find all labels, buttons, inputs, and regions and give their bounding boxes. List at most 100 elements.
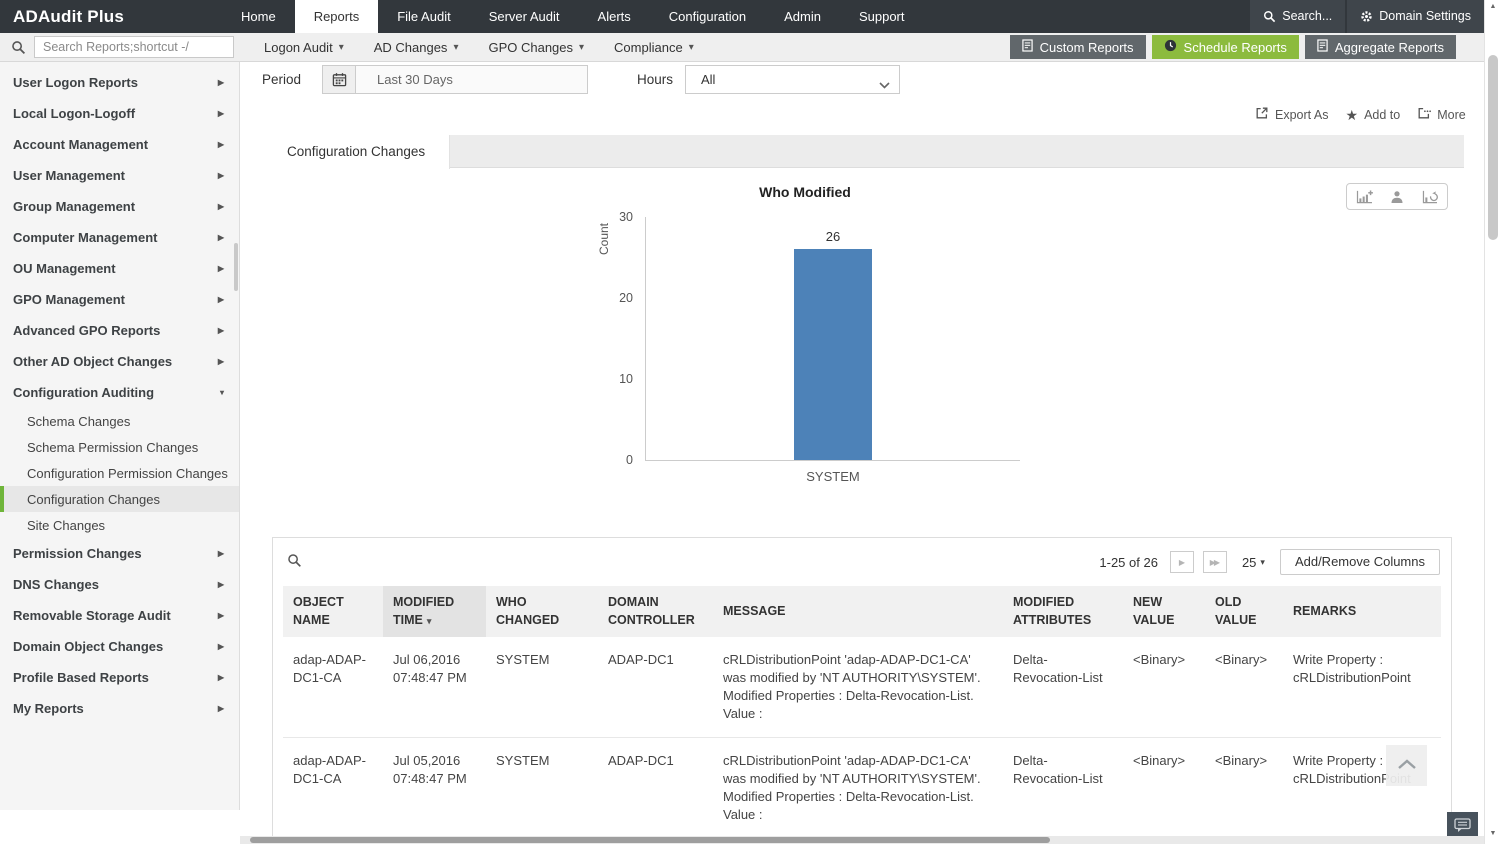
hours-select[interactable]: All (685, 65, 900, 94)
scrollbar-down-arrow[interactable]: ▼ (1485, 830, 1500, 837)
cell-modified-attributes: Delta-Revocation-List (1003, 737, 1123, 839)
more-button[interactable]: More (1417, 106, 1466, 123)
report-doc-icon (1317, 39, 1328, 55)
nav-configuration[interactable]: Configuration (650, 0, 765, 33)
sidebar-scrollbar-thumb[interactable] (234, 243, 238, 291)
chart-toolbar (1346, 183, 1448, 210)
sidebar-item-local-logon-logoff[interactable]: Local Logon-Logoff ▶ (0, 98, 239, 129)
reports-toolbar: Logon Audit▾ AD Changes▾ GPO Changes▾ Co… (0, 33, 1484, 62)
menu-gpo-changes[interactable]: GPO Changes ▾ (488, 40, 584, 55)
top-navigation-bar: ADAudit Plus Home Reports File Audit Ser… (0, 0, 1484, 33)
sidebar-subitem-configuration-permission-changes[interactable]: Configuration Permission Changes (0, 460, 239, 486)
sidebar-item-gpo-management[interactable]: GPO Management ▶ (0, 284, 239, 315)
export-as-button[interactable]: Export As (1255, 106, 1329, 123)
nav-reports[interactable]: Reports (294, 0, 379, 33)
search-icon (1263, 10, 1276, 23)
horizontal-scrollbar-thumb[interactable] (250, 837, 1050, 843)
col-object-name[interactable]: OBJECT NAME (283, 586, 383, 637)
col-who-changed[interactable]: WHO CHANGED (486, 586, 598, 637)
sidebar-item-ou-management[interactable]: OU Management ▶ (0, 253, 239, 284)
tab-configuration-changes[interactable]: Configuration Changes (259, 135, 450, 169)
sidebar-item-account-management[interactable]: Account Management ▶ (0, 129, 239, 160)
calendar-icon[interactable] (323, 66, 356, 93)
sidebar-subitem-site-changes[interactable]: Site Changes (0, 512, 239, 538)
col-remarks[interactable]: REMARKS (1283, 586, 1441, 637)
nav-home[interactable]: Home (222, 0, 295, 33)
sidebar-item-computer-management[interactable]: Computer Management ▶ (0, 222, 239, 253)
pagination-cluster: 1-25 of 26 ▶ ▶▶ 25 ▾ Add/Remove Columns (1099, 549, 1440, 575)
sidebar-subitem-schema-permission-changes[interactable]: Schema Permission Changes (0, 434, 239, 460)
table-row: adap-ADAP-DC1-CA Jul 06,2016 07:48:47 PM… (283, 637, 1441, 738)
chevron-right-icon: ▶ (217, 611, 224, 620)
user-attribute-icon[interactable] (1390, 190, 1404, 204)
reports-sidebar: User Logon Reports ▶ Local Logon-Logoff ▶ … (0, 62, 240, 810)
chevron-right-icon: ▶ (217, 704, 224, 713)
domain-settings-button[interactable]: Domain Settings (1347, 0, 1484, 33)
chevron-right-icon: ▶ (217, 78, 224, 87)
report-search-input[interactable] (34, 36, 234, 58)
chevron-right-icon: ▶ (217, 171, 224, 180)
col-new-value[interactable]: NEW VALUE (1123, 586, 1205, 637)
add-to-button[interactable]: ★ Add to (1346, 108, 1401, 122)
sidebar-item-group-management[interactable]: Group Management ▶ (0, 191, 239, 222)
refresh-chart-icon[interactable] (1422, 190, 1439, 204)
col-old-value[interactable]: OLD VALUE (1205, 586, 1283, 637)
clock-icon (1164, 39, 1177, 55)
sidebar-item-my-reports[interactable]: My Reports ▶ (0, 693, 239, 724)
vertical-scrollbar-thumb[interactable] (1488, 55, 1498, 240)
sidebar-item-dns-changes[interactable]: DNS Changes ▶ (0, 569, 239, 600)
col-modified-time[interactable]: MODIFIED TIME ▾ (383, 586, 486, 637)
horizontal-scrollbar (240, 836, 1484, 844)
col-modified-attributes[interactable]: MODIFIED ATTRIBUTES (1003, 586, 1123, 637)
sidebar-item-other-ad-object-changes[interactable]: Other AD Object Changes ▶ (0, 346, 239, 377)
hours-value: All (701, 72, 716, 87)
sidebar-subitem-schema-changes[interactable]: Schema Changes (0, 408, 239, 434)
sidebar-item-profile-based-reports[interactable]: Profile Based Reports ▶ (0, 662, 239, 693)
menu-compliance[interactable]: Compliance ▾ (614, 40, 694, 55)
report-table-card: 1-25 of 26 ▶ ▶▶ 25 ▾ Add/Remove Columns O… (272, 537, 1452, 844)
table-row: adap-ADAP-DC1-CA Jul 05,2016 07:48:47 PM… (283, 737, 1441, 839)
sidebar-item-permission-changes[interactable]: Permission Changes ▶ (0, 538, 239, 569)
nav-admin[interactable]: Admin (765, 0, 840, 33)
y-tick-0: 0 (626, 453, 633, 467)
chevron-right-icon: ▶ (217, 326, 224, 335)
next-page-button[interactable]: ▶ (1169, 551, 1194, 573)
period-picker[interactable]: Last 30 Days (322, 65, 588, 94)
custom-reports-button[interactable]: Custom Reports (1009, 35, 1146, 59)
menu-logon-audit[interactable]: Logon Audit ▾ (264, 40, 344, 55)
aggregate-reports-button[interactable]: Aggregate Reports (1304, 35, 1456, 59)
sidebar-item-domain-object-changes[interactable]: Domain Object Changes ▶ (0, 631, 239, 662)
period-label: Period (262, 72, 302, 87)
sidebar-item-user-management[interactable]: User Management ▶ (0, 160, 239, 191)
pagination-range: 1-25 of 26 (1099, 554, 1158, 570)
col-domain-controller[interactable]: DOMAIN CONTROLLER (598, 586, 713, 637)
add-remove-columns-button[interactable]: Add/Remove Columns (1279, 549, 1440, 575)
sidebar-subitem-configuration-changes[interactable]: Configuration Changes (0, 486, 239, 512)
chevron-down-icon: ▾ (219, 388, 224, 397)
global-search-button[interactable]: Search... (1250, 0, 1346, 33)
cell-object-name: adap-ADAP-DC1-CA (283, 637, 383, 738)
table-search-icon[interactable] (287, 553, 302, 568)
last-page-button[interactable]: ▶▶ (1202, 551, 1227, 573)
nav-file-audit[interactable]: File Audit (378, 0, 469, 33)
cell-domain-controller: ADAP-DC1 (598, 737, 713, 839)
chevron-right-icon: ▶ (217, 109, 224, 118)
sidebar-item-advanced-gpo-reports[interactable]: Advanced GPO Reports ▶ (0, 315, 239, 346)
nav-alerts[interactable]: Alerts (579, 0, 650, 33)
hours-label: Hours (637, 72, 674, 87)
sidebar-item-user-logon-reports[interactable]: User Logon Reports ▶ (0, 67, 239, 98)
col-message[interactable]: MESSAGE (713, 586, 1003, 637)
schedule-reports-button[interactable]: Schedule Reports (1151, 35, 1299, 59)
nav-server-audit[interactable]: Server Audit (470, 0, 579, 33)
chart-bar[interactable] (794, 249, 872, 460)
chart-x-axis-line (645, 460, 1020, 461)
table-toolbar: 1-25 of 26 ▶ ▶▶ 25 ▾ Add/Remove Columns (273, 538, 1451, 586)
add-chart-icon[interactable] (1356, 189, 1373, 204)
page-size-dropdown[interactable]: 25 ▾ (1242, 555, 1265, 570)
scrollbar-up-arrow[interactable]: ▲ (1485, 3, 1500, 10)
scroll-to-top-button[interactable] (1386, 745, 1427, 786)
nav-support[interactable]: Support (840, 0, 924, 33)
sidebar-item-removable-storage-audit[interactable]: Removable Storage Audit ▶ (0, 600, 239, 631)
menu-ad-changes[interactable]: AD Changes ▾ (374, 40, 459, 55)
sidebar-item-configuration-auditing[interactable]: Configuration Auditing ▾ (0, 377, 239, 408)
